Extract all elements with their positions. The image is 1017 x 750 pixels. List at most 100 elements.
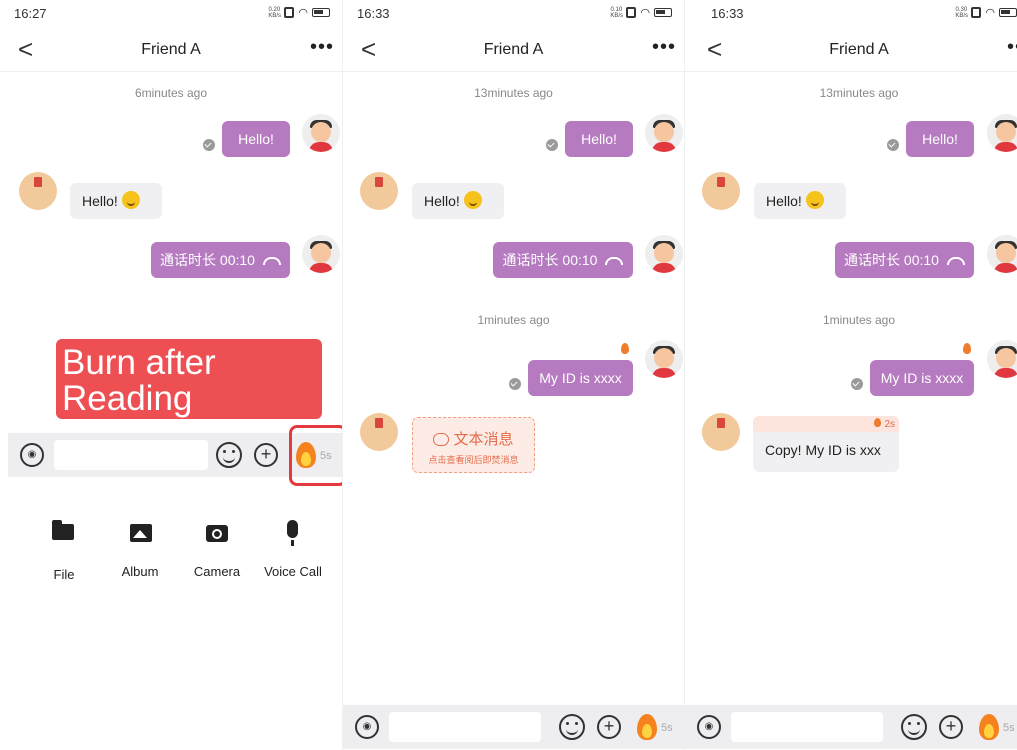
my-avatar[interactable] (987, 114, 1017, 152)
message-input[interactable] (731, 712, 883, 742)
burn-message-card[interactable]: 文本消息 点击查看阅后即焚消息 (412, 417, 535, 473)
friend-message-bubble[interactable]: Hello! (412, 183, 504, 219)
sim-icon (284, 7, 295, 18)
chat-screen-3: 16:33 0.30 KB/s ◠ < Friend A ••• 13minut… (684, 0, 1017, 750)
my-message-bubble[interactable]: Hello! (222, 121, 290, 157)
my-avatar[interactable] (302, 235, 340, 273)
status-time: 16:27 (14, 6, 47, 21)
more-options-button[interactable]: ••• (652, 36, 676, 59)
call-duration-bubble[interactable]: 通话时长 00:10 (493, 242, 633, 278)
burn-after-reading-button[interactable]: 5s (975, 711, 1017, 743)
chat-header: < Friend A ••• (343, 28, 684, 72)
friend-message-bubble[interactable]: Hello! (70, 183, 162, 219)
message-input[interactable] (54, 440, 208, 470)
smile-emoji-icon (121, 191, 140, 210)
my-avatar[interactable] (987, 340, 1017, 378)
my-avatar[interactable] (645, 235, 683, 273)
battery-icon (654, 8, 672, 17)
message-timestamp: 1minutes ago (477, 313, 550, 327)
message-timestamp: 13minutes ago (474, 86, 553, 100)
status-icons: 0.20 KB/s ◠ (268, 6, 330, 19)
attach-label: Camera (193, 564, 241, 579)
my-burn-message-bubble[interactable]: My ID is xxxx (870, 360, 974, 396)
my-burn-message-bubble[interactable]: My ID is xxxx (528, 360, 633, 396)
fire-icon (874, 418, 882, 427)
burn-fire-icon (621, 343, 629, 354)
microphone-icon (287, 520, 298, 546)
folder-icon (52, 520, 74, 540)
chat-bubble-icon (433, 432, 450, 446)
emoji-button[interactable] (216, 442, 242, 468)
status-icons: 0.10 KB/s ◠ (610, 6, 672, 19)
my-avatar[interactable] (987, 235, 1017, 273)
call-duration-bubble[interactable]: 通话时长 00:10 (835, 242, 974, 278)
burn-countdown: 2s (874, 418, 895, 430)
more-actions-button[interactable]: + (597, 715, 621, 739)
emoji-button[interactable] (559, 714, 585, 740)
status-bar: 16:27 0.20 KB/s ◠ (0, 0, 342, 26)
read-check-icon (509, 378, 521, 390)
screenshot-stage: 16:27 0.20 KB/s ◠ < Friend A ••• 6minute… (0, 0, 1017, 750)
chat-header: < Friend A ••• (0, 28, 342, 72)
phone-hangup-icon (605, 257, 624, 266)
wifi-icon: ◠ (298, 7, 308, 19)
call-duration-text: 通话时长 00:10 (844, 252, 939, 268)
revealed-burn-message[interactable]: 2s Copy! My ID is xxx (753, 416, 899, 472)
burn-seconds: 5s (661, 722, 673, 734)
revealed-message-text: Copy! My ID is xxx (765, 442, 881, 458)
my-avatar[interactable] (645, 114, 683, 152)
message-timestamp: 1minutes ago (822, 313, 896, 327)
my-avatar[interactable] (645, 340, 683, 378)
my-message-bubble[interactable]: Hello! (565, 121, 633, 157)
friend-avatar[interactable] (702, 172, 740, 210)
my-avatar[interactable] (302, 114, 340, 152)
emoji-button[interactable] (901, 714, 927, 740)
read-check-icon (546, 139, 558, 151)
battery-icon (999, 8, 1017, 17)
friend-avatar[interactable] (19, 172, 57, 210)
voice-input-button[interactable]: ◉ (697, 715, 721, 739)
friend-message-bubble[interactable]: Hello! (754, 183, 846, 219)
friend-avatar[interactable] (360, 172, 398, 210)
voice-input-button[interactable]: ◉ (355, 715, 379, 739)
read-check-icon (887, 139, 899, 151)
burn-button-highlight (289, 425, 342, 486)
call-duration-bubble[interactable]: 通话时长 00:10 (151, 242, 290, 278)
message-timestamp: 6minutes ago (134, 86, 208, 100)
burn-fire-icon (963, 343, 971, 354)
sim-icon (971, 7, 982, 18)
message-input-bar: ◉ + 5s (343, 705, 684, 749)
attach-label: Voice Call (264, 564, 322, 579)
friend-avatar[interactable] (360, 413, 398, 451)
network-speed: 0.20 KB/s (268, 6, 282, 19)
message-input-bar: ◉ + 5s (685, 705, 1017, 749)
more-options-button[interactable]: ••• (310, 36, 334, 59)
call-duration-text: 通话时长 00:10 (502, 252, 598, 268)
my-message-bubble[interactable]: Hello! (906, 121, 974, 157)
status-bar: 16:33 0.10 KB/s ◠ (343, 0, 684, 26)
smile-emoji-icon (805, 191, 824, 210)
chat-screen-2: 16:33 0.10 KB/s ◠ < Friend A ••• 13minut… (342, 0, 684, 750)
phone-hangup-icon (946, 257, 965, 266)
burn-after-reading-button[interactable]: 5s (633, 711, 683, 743)
friend-avatar[interactable] (702, 413, 740, 451)
status-time: 16:33 (711, 6, 744, 21)
fire-icon (637, 714, 657, 740)
more-options-button[interactable]: ••• (1007, 36, 1017, 59)
friend-message-text: Hello! (82, 193, 118, 209)
burn-card-title: 文本消息 (413, 428, 534, 449)
message-input[interactable] (389, 712, 541, 742)
burn-after-reading-callout: Burn after Reading (56, 339, 322, 419)
chat-title: Friend A (483, 41, 544, 58)
more-actions-button[interactable]: + (939, 715, 963, 739)
read-check-icon (203, 139, 215, 151)
more-actions-button[interactable]: + (254, 443, 278, 467)
attach-label: Album (121, 564, 159, 579)
burn-card-hint: 点击查看阅后即焚消息 (428, 455, 519, 465)
status-time: 16:33 (357, 6, 390, 21)
status-icons: 0.30 KB/s ◠ (955, 6, 1017, 19)
friend-message-text: Hello! (766, 193, 802, 209)
wifi-icon: ◠ (985, 7, 995, 19)
burn-card-title-text: 文本消息 (453, 431, 514, 448)
voice-input-button[interactable]: ◉ (20, 443, 44, 467)
